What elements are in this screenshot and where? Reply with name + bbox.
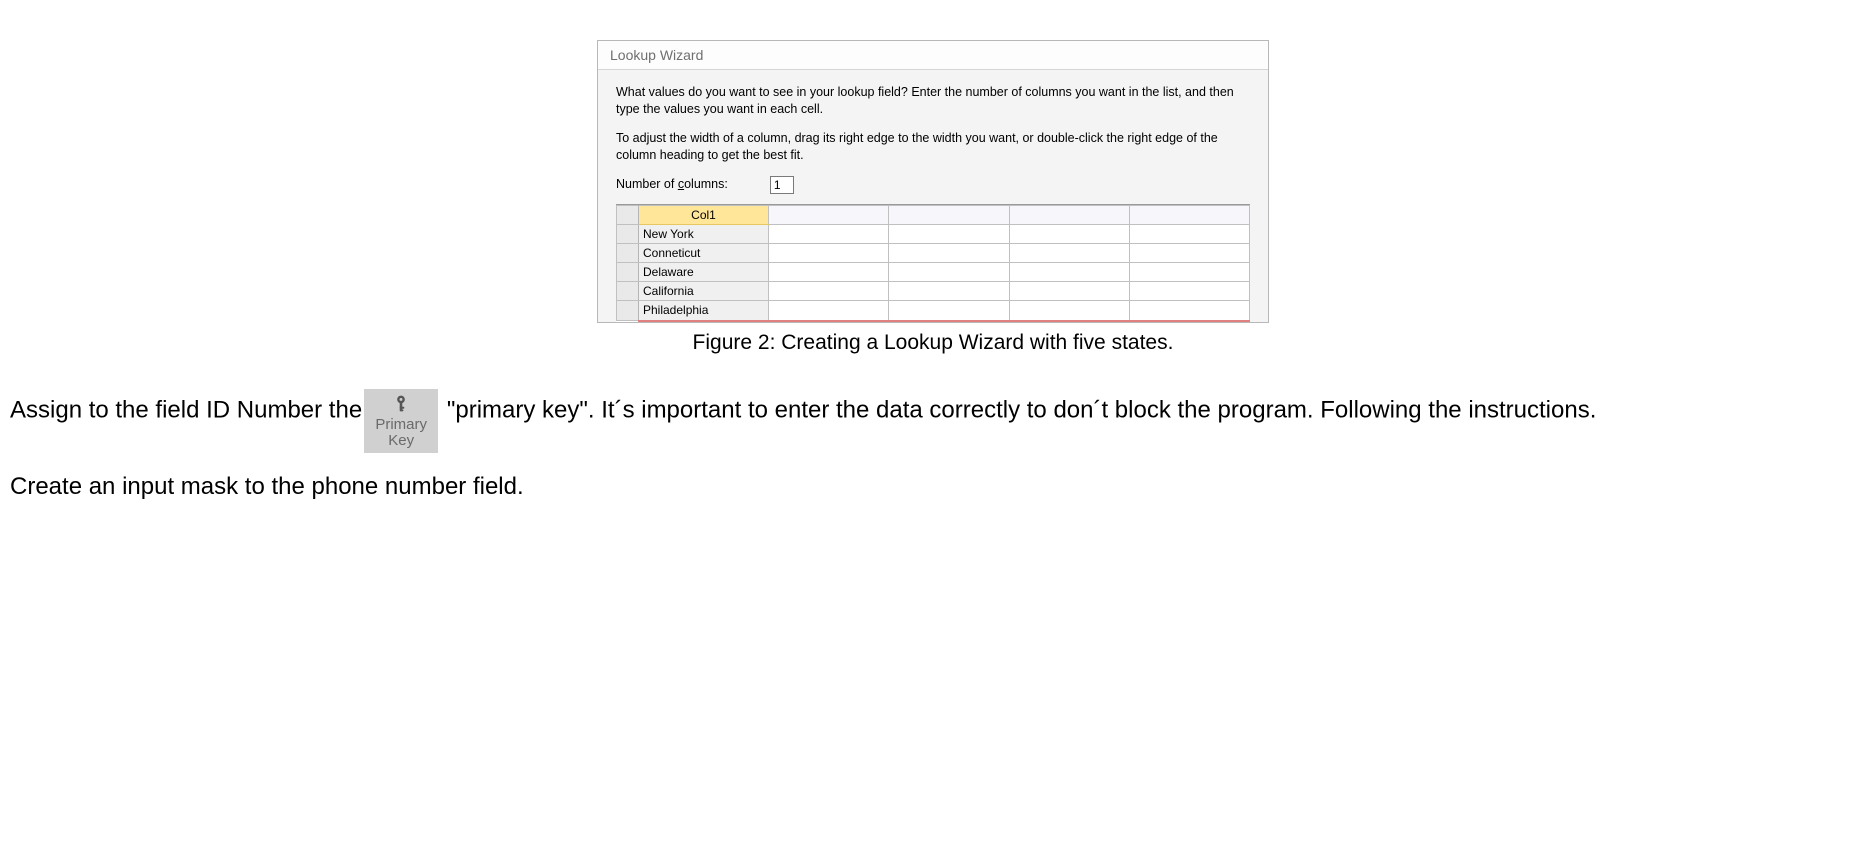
grid-cell[interactable]: Delaware bbox=[639, 263, 769, 282]
grid-cell-empty[interactable] bbox=[1009, 243, 1129, 262]
grid-cell-empty[interactable] bbox=[1129, 243, 1249, 262]
grid-cell-empty[interactable] bbox=[769, 263, 889, 282]
grid-corner-cell[interactable] bbox=[617, 205, 639, 224]
primary-key-label-2: Key bbox=[364, 433, 438, 450]
grid-row-selector[interactable] bbox=[617, 301, 639, 321]
grid-cell-empty[interactable] bbox=[1009, 301, 1129, 321]
paragraph-input-mask: Create an input mask to the phone number… bbox=[10, 471, 1856, 502]
grid-cell-empty[interactable] bbox=[1129, 263, 1249, 282]
figure-caption: Figure 2: Creating a Lookup Wizard with … bbox=[10, 331, 1856, 355]
grid-col-header-blank[interactable] bbox=[769, 205, 889, 224]
primary-key-label-1: Primary bbox=[364, 417, 438, 434]
grid-cell[interactable]: New York bbox=[639, 224, 769, 243]
grid-cell-empty[interactable] bbox=[769, 243, 889, 262]
dialog-body: What values do you want to see in your l… bbox=[598, 70, 1268, 322]
number-of-columns-label: Number of columns: bbox=[616, 176, 728, 193]
grid-cell-empty[interactable] bbox=[889, 282, 1009, 301]
grid-cell-empty[interactable] bbox=[1129, 301, 1249, 321]
grid-col-header-1[interactable]: Col1 bbox=[639, 205, 769, 224]
grid-cell-empty[interactable] bbox=[1009, 263, 1129, 282]
grid-row-selector[interactable] bbox=[617, 224, 639, 243]
grid-row-selector[interactable] bbox=[617, 263, 639, 282]
grid-header-row: Col1 bbox=[617, 205, 1250, 224]
grid-cell-empty[interactable] bbox=[769, 282, 889, 301]
numcols-label-post: olumns: bbox=[684, 177, 728, 191]
key-icon bbox=[390, 393, 412, 415]
paragraph-primary-key: Assign to the field ID Number the Primar… bbox=[10, 379, 1856, 443]
dialog-title: Lookup Wizard bbox=[598, 41, 1268, 70]
grid-col-header-blank[interactable] bbox=[1009, 205, 1129, 224]
grid-cell-empty[interactable] bbox=[889, 243, 1009, 262]
dialog-intro-1: What values do you want to see in your l… bbox=[616, 84, 1250, 118]
grid-data-row[interactable]: California bbox=[617, 282, 1250, 301]
dialog-intro-2: To adjust the width of a column, drag it… bbox=[616, 130, 1250, 164]
paragraph-pk-after: "primary key". It´s important to enter t… bbox=[440, 396, 1596, 423]
grid-cell[interactable]: Conneticut bbox=[639, 243, 769, 262]
paragraph-pk-before: Assign to the field ID Number the bbox=[10, 396, 362, 423]
grid-cell-empty[interactable] bbox=[1129, 224, 1249, 243]
grid-data-row[interactable]: Delaware bbox=[617, 263, 1250, 282]
grid-cell-empty[interactable] bbox=[769, 224, 889, 243]
grid-cell-empty[interactable] bbox=[1009, 282, 1129, 301]
grid-cell-empty[interactable] bbox=[1009, 224, 1129, 243]
grid-cell-empty[interactable] bbox=[889, 263, 1009, 282]
number-of-columns-row: Number of columns: bbox=[616, 176, 1250, 194]
values-grid[interactable]: Col1 New York bbox=[616, 204, 1250, 322]
lookup-wizard-dialog: Lookup Wizard What values do you want to… bbox=[597, 40, 1269, 323]
grid-cell[interactable]: Philadelphia bbox=[639, 301, 769, 321]
grid-row-selector[interactable] bbox=[617, 243, 639, 262]
grid-col-header-blank[interactable] bbox=[889, 205, 1009, 224]
grid-cell-empty[interactable] bbox=[889, 224, 1009, 243]
grid-cell-empty[interactable] bbox=[1129, 282, 1249, 301]
grid-cell[interactable]: California bbox=[639, 282, 769, 301]
number-of-columns-input[interactable] bbox=[770, 176, 794, 194]
primary-key-button[interactable]: Primary Key bbox=[364, 389, 438, 453]
grid-cell-empty[interactable] bbox=[769, 301, 889, 321]
grid-cell-empty[interactable] bbox=[889, 301, 1009, 321]
grid-data-row[interactable]: New York bbox=[617, 224, 1250, 243]
numcols-label-pre: Number of bbox=[616, 177, 678, 191]
grid-row-selector[interactable] bbox=[617, 282, 639, 301]
grid-data-row[interactable]: Conneticut bbox=[617, 243, 1250, 262]
grid-col-header-blank[interactable] bbox=[1129, 205, 1249, 224]
grid-data-row[interactable]: Philadelphia bbox=[617, 301, 1250, 321]
